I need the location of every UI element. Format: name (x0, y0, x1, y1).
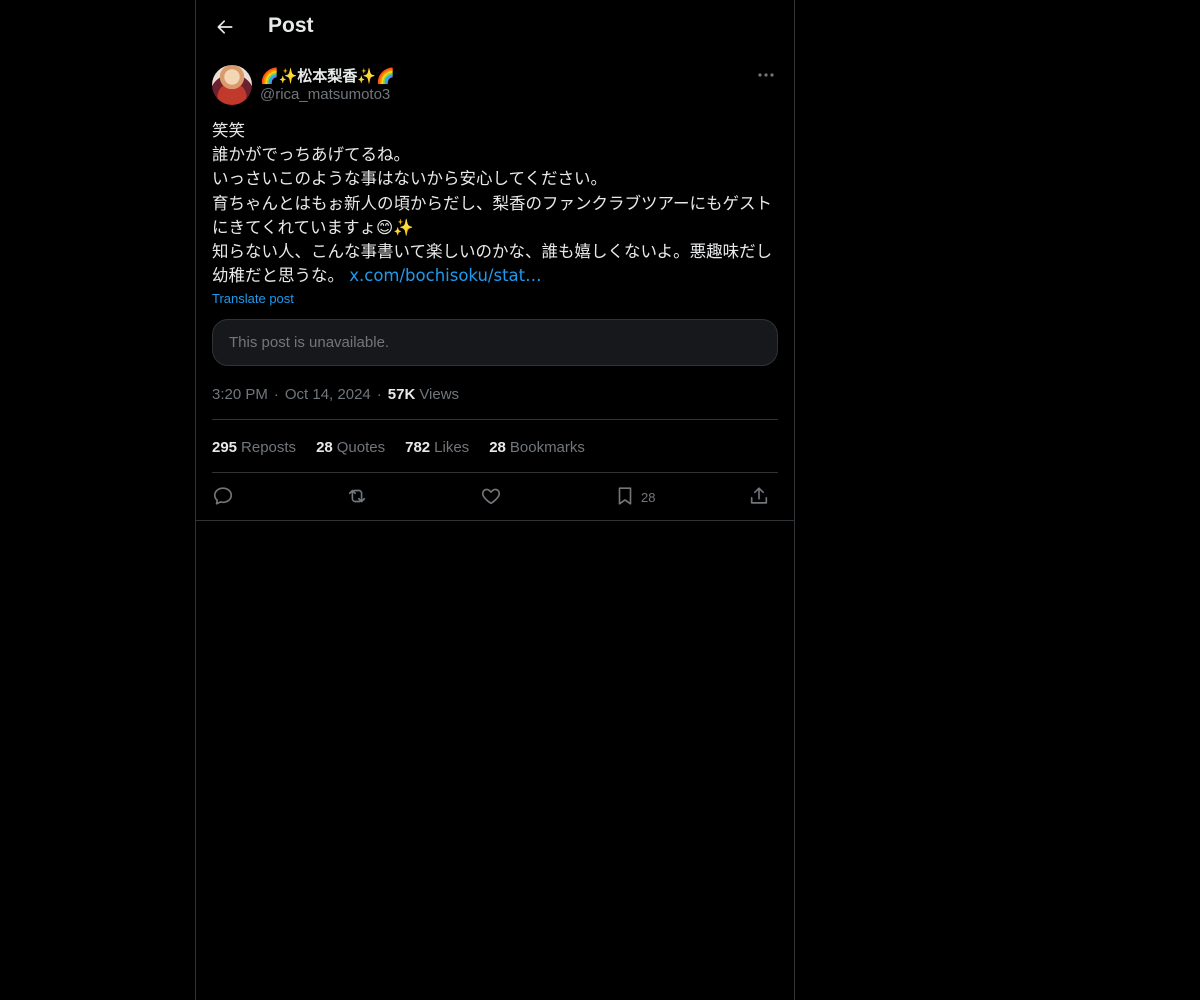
bookmark-count: 28 (641, 489, 656, 505)
post-stats: 295 Reposts 28 Quotes 782 Likes 28 Bookmarks (212, 437, 605, 457)
avatar[interactable] (212, 65, 252, 105)
reply-icon (213, 487, 233, 505)
quotes-count: 28 (316, 438, 333, 456)
bookmark-button[interactable]: 28 (614, 482, 655, 510)
bookmarks-label: Bookmarks (509, 438, 585, 456)
heart-icon (481, 488, 501, 505)
meta-separator: · (273, 385, 279, 403)
main-column: Post 🌈✨松本梨香✨🌈 @rica_matsumoto3 笑笑 誰かがでっち… (195, 0, 795, 1000)
header: Post (196, 0, 794, 54)
post-body: 笑笑 誰かがでっちあげてるね。 いっさいこのような事はないから安心してください。… (212, 121, 773, 286)
bookmark-icon (618, 487, 632, 505)
translate-post-link[interactable]: Translate post (212, 291, 294, 306)
quotes-stat[interactable]: 28 Quotes (316, 439, 385, 456)
bookmarks-stat[interactable]: 28 Bookmarks (489, 439, 585, 456)
views-count: 57K (387, 385, 416, 403)
quoted-post-unavailable: This post is unavailable. (212, 319, 778, 366)
like-button[interactable] (480, 482, 502, 510)
repost-button[interactable] (346, 482, 368, 510)
reposts-label: Reposts (241, 438, 297, 456)
likes-count: 782 (405, 438, 431, 456)
post-author: 🌈✨松本梨香✨🌈 @rica_matsumoto3 (212, 64, 778, 108)
divider (212, 419, 778, 420)
more-options-button[interactable] (754, 64, 778, 86)
share-icon (750, 487, 768, 504)
share-button[interactable] (748, 482, 770, 510)
post-actions: 28 (212, 482, 778, 510)
author-handle[interactable]: @rica_matsumoto3 (260, 86, 390, 103)
post-link[interactable]: x.com/bochisoku/stat… (349, 266, 541, 285)
arrow-left-icon (217, 20, 233, 34)
divider (212, 472, 778, 473)
post-text: 笑笑 誰かがでっちあげてるね。 いっさいこのような事はないから安心してください。… (212, 119, 778, 288)
likes-stat[interactable]: 782 Likes (405, 439, 469, 456)
unavailable-message: This post is unavailable. (229, 334, 390, 351)
repost-icon (348, 489, 366, 503)
more-horizontal-icon (758, 73, 774, 77)
meta-separator: · (376, 385, 382, 403)
reposts-stat[interactable]: 295 Reposts (212, 439, 296, 456)
page-title: Post (268, 14, 314, 37)
divider (196, 520, 794, 521)
bookmarks-count: 28 (489, 438, 506, 456)
post-meta: 3:20 PM · Oct 14, 2024 · 57K Views (212, 384, 459, 404)
views-label: Views (419, 385, 460, 403)
likes-label: Likes (434, 438, 470, 456)
reply-button[interactable] (212, 482, 234, 510)
reposts-count: 295 (212, 438, 238, 456)
post-date[interactable]: Oct 14, 2024 (285, 386, 371, 403)
quotes-label: Quotes (336, 438, 386, 456)
back-button[interactable] (208, 9, 242, 45)
post-time[interactable]: 3:20 PM (212, 386, 268, 403)
author-display-name[interactable]: 🌈✨松本梨香✨🌈 (260, 65, 395, 86)
